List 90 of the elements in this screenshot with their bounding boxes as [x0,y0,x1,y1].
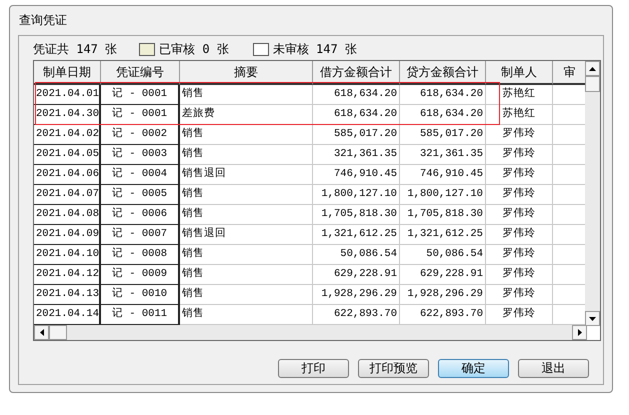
column-header[interactable]: 制单日期 [34,61,101,85]
table-cell: 销售退回 [180,165,313,185]
table-cell: 记 - 0007 [101,225,180,245]
table-cell: 2021.04.30 [34,105,101,125]
table-cell: 罗伟玲 [486,245,553,265]
column-header[interactable]: 摘要 [180,61,313,85]
table-cell: 记 - 0006 [101,205,180,225]
table-cell: 记 - 0003 [101,145,180,165]
table-cell: 罗伟玲 [486,265,553,285]
dialog-button[interactable]: 确定 [438,359,509,378]
dialog-button[interactable]: 打印预览 [358,359,429,378]
table-cell: 1,928,296.29 [313,285,400,305]
table-cell: 618,634.20 [400,105,486,125]
table-cell: 苏艳红 [486,105,553,125]
table-cell: 罗伟玲 [486,225,553,245]
table-cell: 2021.04.10 [34,245,101,265]
table-cell: 销售 [180,85,313,105]
table-cell: 罗伟玲 [486,185,553,205]
table-cell: 销售退回 [180,225,313,245]
table-cell: 321,361.35 [400,145,486,165]
table-cell: 销售 [180,125,313,145]
table-cell: 618,634.20 [400,85,486,105]
table-cell: 罗伟玲 [486,165,553,185]
table-cell: 罗伟玲 [486,125,553,145]
table-cell: 差旅费 [180,105,313,125]
table-cell: 苏艳红 [486,85,553,105]
table-cell: 罗伟玲 [486,205,553,225]
scroll-thumb[interactable] [585,76,600,92]
table-cell: 2021.04.08 [34,205,101,225]
table-cell: 50,086.54 [400,245,486,265]
column-header[interactable]: 贷方金额合计 [400,61,486,85]
table-cell: 618,634.20 [313,85,400,105]
pending-count: 未审核 147 张 [272,40,357,58]
table-cell: 销售 [180,185,313,205]
voucher-count: 凭证共 147 张 [33,40,118,58]
table-cell: 585,017.20 [400,125,486,145]
pending-legend-icon [252,42,269,56]
table-cell: 记 - 0005 [101,185,180,205]
dialog-button[interactable]: 退出 [518,359,589,378]
table-cell: 2021.04.06 [34,165,101,185]
column-header[interactable]: 制单人 [486,61,553,85]
approved-legend-icon [139,42,156,56]
left-arrow-icon[interactable] [40,329,44,336]
table-cell: 2021.04.12 [34,265,101,285]
window-title: 查询凭证 [18,13,68,29]
scroll-thumb[interactable] [49,325,67,340]
column-header[interactable]: 借方金额合计 [313,61,400,85]
table-cell: 629,228.91 [400,265,486,285]
table-cell: 1,800,127.10 [313,185,400,205]
table-cell: 2021.04.09 [34,225,101,245]
table-cell: 618,634.20 [313,105,400,125]
table-cell: 罗伟玲 [486,285,553,305]
table-cell: 销售 [180,265,313,285]
approved-count: 已审核 0 张 [159,40,229,58]
table-cell: 记 - 0009 [101,265,180,285]
column-header[interactable]: 凭证编号 [101,61,180,85]
table-cell: 记 - 0008 [101,245,180,265]
table-cell: 记 - 0001 [101,105,180,125]
table-cell: 50,086.54 [313,245,400,265]
vertical-scrollbar[interactable] [585,61,600,326]
table-cell: 321,361.35 [313,145,400,165]
table-cell: 629,228.91 [313,265,400,285]
table-cell: 2021.04.05 [34,145,101,165]
dialog-button[interactable]: 打印 [278,359,349,378]
table-cell: 2021.04.13 [34,285,101,305]
table-cell: 罗伟玲 [486,145,553,165]
table-cell: 1,705,818.30 [400,205,486,225]
table-cell: 2021.04.02 [34,125,101,145]
up-arrow-icon[interactable] [589,66,596,70]
table-cell: 746,910.45 [313,165,400,185]
table-cell: 记 - 0004 [101,165,180,185]
table-cell: 销售 [180,145,313,165]
table-cell: 记 - 0010 [101,285,180,305]
horizontal-scrollbar[interactable] [34,325,587,340]
table-cell: 1,928,296.29 [400,285,486,305]
table-cell: 746,910.45 [400,165,486,185]
table-cell: 销售 [180,205,313,225]
table-cell: 585,017.20 [313,125,400,145]
down-arrow-icon[interactable] [589,316,596,320]
table-cell: 销售 [180,285,313,305]
table-cell: 2021.04.07 [34,185,101,205]
table-cell: 2021.04.01 [34,85,101,105]
table-cell: 记 - 0001 [101,85,180,105]
table-cell: 1,705,818.30 [313,205,400,225]
table-cell: 1,800,127.10 [400,185,486,205]
table-cell: 记 - 0002 [101,125,180,145]
table-cell: 1,321,612.25 [313,225,400,245]
table-cell: 销售 [180,245,313,265]
right-arrow-icon[interactable] [578,329,582,336]
table-cell: 1,321,612.25 [400,225,486,245]
